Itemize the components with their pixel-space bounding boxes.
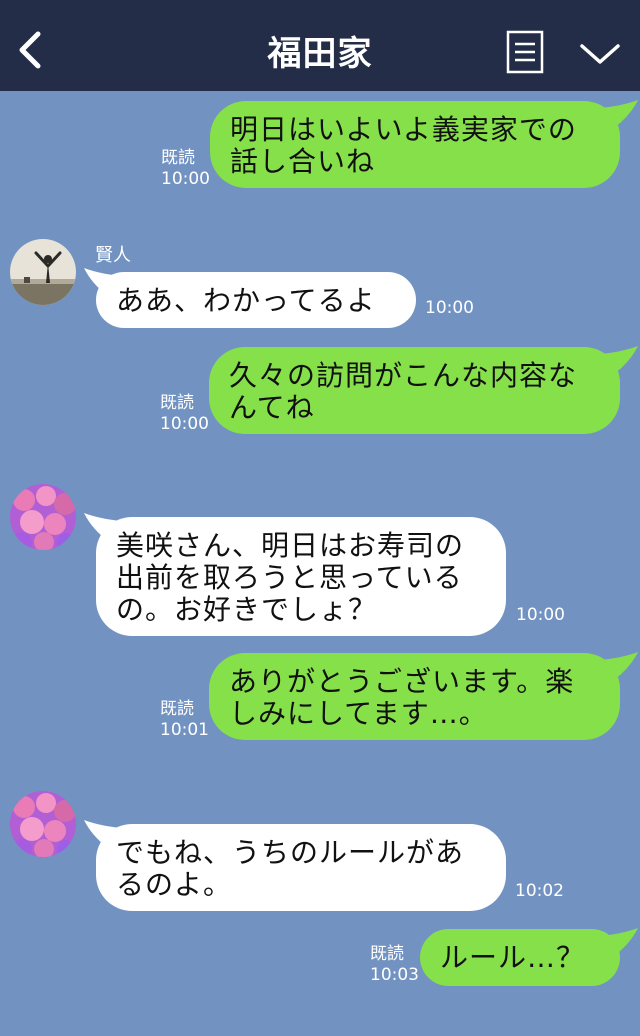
message-meta: 既読 10:01 — [160, 699, 209, 741]
list-menu-icon[interactable] — [506, 30, 544, 74]
their-message-bubble[interactable]: 美咲さん、明日はお寿司の 出前を取ろうと思っている の。お好きでしょ？ — [96, 517, 506, 636]
chat-header: 福田家 — [0, 0, 640, 91]
my-message-bubble[interactable]: ありがとうございます。楽 しみにしてます…。 — [209, 653, 620, 740]
read-receipt: 既読 — [160, 699, 194, 719]
message-time: 10:02 — [515, 881, 564, 901]
flower-avatar[interactable] — [10, 791, 76, 857]
message-time: 10:00 — [516, 605, 565, 625]
their-message-bubble[interactable]: でもね、うちのルールがあ るのよ。 — [96, 824, 506, 911]
chevron-down-icon[interactable] — [578, 40, 622, 68]
flower-avatar[interactable] — [10, 484, 76, 550]
my-message-bubble[interactable]: ルール…？ — [420, 929, 620, 986]
read-receipt: 既読 — [370, 944, 404, 964]
message-time: 10:01 — [160, 720, 209, 740]
message-time: 10:00 — [161, 169, 210, 189]
chat-title: 福田家 — [267, 34, 373, 74]
their-message-bubble[interactable]: ああ、わかってるよ — [96, 272, 416, 328]
my-message-bubble[interactable]: 久々の訪問がこんな内容な んてね — [209, 347, 620, 434]
my-message-bubble[interactable]: 明日はいよいよ義実家での 話し合いね — [210, 101, 620, 188]
message-meta: 既読 10:00 — [161, 148, 210, 190]
message-time: 10:00 — [425, 298, 474, 318]
message-time: 10:03 — [370, 965, 419, 985]
sender-name: 賢人 — [95, 245, 131, 266]
man-landscape-avatar[interactable] — [10, 239, 76, 305]
message-time: 10:00 — [160, 414, 209, 434]
message-meta: 既読 10:00 — [160, 393, 209, 435]
read-receipt: 既読 — [160, 393, 194, 413]
read-receipt: 既読 — [161, 148, 195, 168]
message-meta: 既読 10:03 — [370, 944, 419, 986]
